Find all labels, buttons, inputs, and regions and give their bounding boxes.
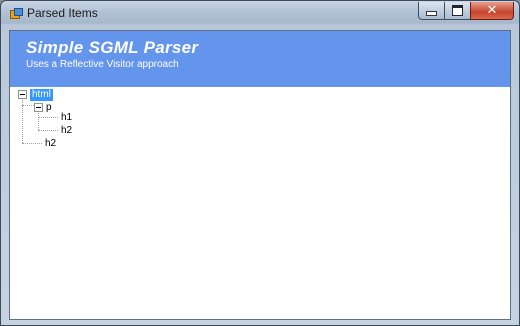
banner-subtitle: Uses a Reflective Visitor approach (26, 59, 179, 70)
tree-node-p[interactable]: p (46, 102, 52, 114)
window-title: Parsed Items (27, 6, 98, 20)
maximize-button[interactable] (444, 2, 470, 20)
tree-node-html[interactable]: html (30, 89, 53, 101)
close-icon: ✕ (486, 3, 498, 18)
header-banner: Simple SGML Parser Uses a Reflective Vis… (10, 31, 510, 87)
tree-connector (22, 143, 42, 144)
tree-view[interactable]: html p h1 h2 h2 (10, 87, 510, 319)
collapse-icon[interactable] (34, 103, 43, 112)
maximize-icon (452, 5, 463, 16)
title-bar[interactable]: Parsed Items ✕ (1, 1, 519, 25)
window-controls: ✕ (418, 2, 514, 20)
tree-node-h2[interactable]: h2 (45, 138, 56, 150)
tree-connector (22, 105, 34, 106)
banner-title: Simple SGML Parser (26, 38, 199, 57)
tree-connector (38, 130, 58, 131)
close-button[interactable]: ✕ (470, 2, 514, 20)
tree-node-h2[interactable]: h2 (61, 125, 72, 137)
client-area: Simple SGML Parser Uses a Reflective Vis… (9, 30, 511, 320)
app-icon[interactable] (10, 8, 23, 19)
tree-connector (38, 110, 39, 130)
minimize-button[interactable] (418, 2, 444, 20)
minimize-icon (426, 11, 437, 16)
tree-connector (38, 117, 58, 118)
tree-connector (22, 97, 23, 143)
tree-node-h1[interactable]: h1 (61, 112, 72, 124)
collapse-icon[interactable] (18, 90, 27, 99)
app-window: Parsed Items ✕ Simple SGML Parser Uses a… (0, 0, 520, 326)
